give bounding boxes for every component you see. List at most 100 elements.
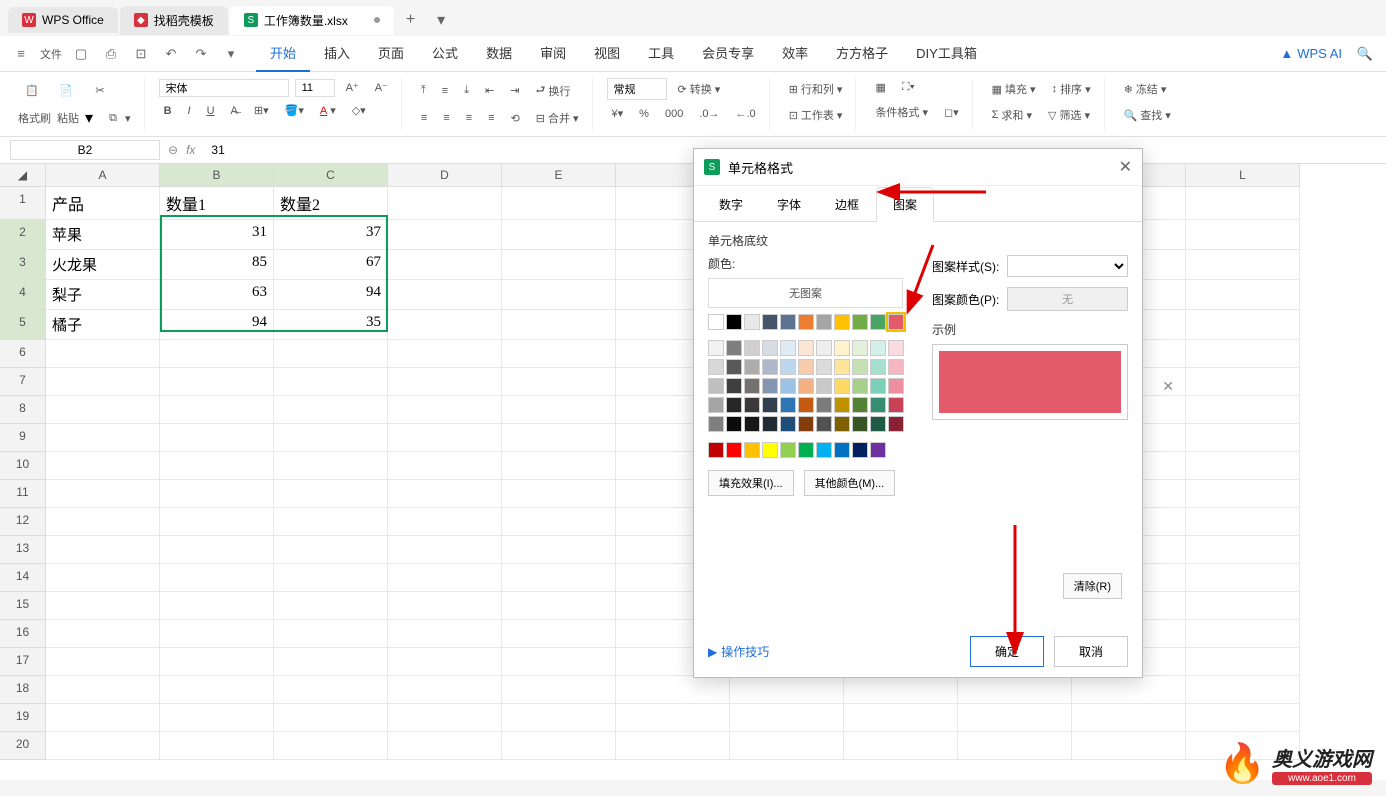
clear-button[interactable]: 清除(R) [1063,573,1122,599]
cell[interactable] [46,452,160,480]
menu-data[interactable]: 数据 [472,35,526,72]
border-button[interactable]: ⊞▾ [249,101,274,120]
cell[interactable] [46,536,160,564]
tab-menu-button[interactable]: ▾ [427,4,455,36]
color-swatch[interactable] [870,314,886,330]
cell[interactable] [502,368,616,396]
cell[interactable] [1186,424,1300,452]
color-swatch[interactable] [708,314,724,330]
zoom-out-icon[interactable]: ⊖ [168,143,178,157]
cell[interactable] [160,564,274,592]
color-swatch[interactable] [888,397,904,413]
cell[interactable] [1186,310,1300,340]
cell[interactable] [1186,220,1300,250]
cell[interactable] [1186,508,1300,536]
menu-insert[interactable]: 插入 [310,35,364,72]
cell[interactable] [502,676,616,704]
row-header[interactable]: 4 [0,280,46,310]
tab-template[interactable]: ◆ 找稻壳模板 [120,6,228,35]
row-header[interactable]: 19 [0,704,46,732]
cell[interactable] [502,732,616,760]
save-icon[interactable]: ▢ [70,43,92,65]
cell[interactable] [388,536,502,564]
cell[interactable]: 数量1 [160,187,274,220]
cell[interactable] [1072,704,1186,732]
cell[interactable]: 63 [160,280,274,310]
indent-dec-icon[interactable]: ⇤ [480,81,499,100]
menu-diy[interactable]: DIY工具箱 [902,35,991,72]
dlg-tab-font[interactable]: 字体 [760,187,818,222]
cell[interactable] [1186,340,1300,368]
color-swatch[interactable] [780,359,796,375]
percent-icon[interactable]: % [634,105,654,123]
cell[interactable] [46,676,160,704]
cell[interactable] [388,250,502,280]
cell[interactable] [388,480,502,508]
cell[interactable] [502,508,616,536]
cell[interactable] [502,424,616,452]
cell[interactable]: 94 [274,280,388,310]
color-swatch[interactable] [816,340,832,356]
cell[interactable] [502,310,616,340]
cell[interactable] [844,732,958,760]
cell[interactable]: 苹果 [46,220,160,250]
cell[interactable] [388,424,502,452]
color-swatch[interactable] [870,359,886,375]
color-swatch[interactable] [870,340,886,356]
fill-button[interactable]: ▦ 填充▾ [987,78,1041,100]
row-header[interactable]: 13 [0,536,46,564]
align-justify-icon[interactable]: ≡ [483,109,499,127]
color-swatch[interactable] [852,442,868,458]
cell[interactable] [160,396,274,424]
col-header[interactable]: C [274,164,388,187]
ok-button[interactable]: 确定 [970,636,1044,667]
color-swatch[interactable] [798,359,814,375]
row-header[interactable]: 2 [0,220,46,250]
cell[interactable] [274,424,388,452]
cell[interactable] [1072,676,1186,704]
cell[interactable] [616,704,730,732]
color-swatch[interactable] [708,442,724,458]
color-swatch[interactable] [744,340,760,356]
cell[interactable] [160,676,274,704]
color-swatch[interactable] [852,416,868,432]
cell[interactable] [388,564,502,592]
cell[interactable]: 35 [274,310,388,340]
cell[interactable] [274,508,388,536]
color-swatch[interactable] [834,359,850,375]
row-header[interactable]: 1 [0,187,46,220]
comma-icon[interactable]: 000 [660,105,688,123]
color-swatch[interactable] [834,397,850,413]
align-center-icon[interactable]: ≡ [438,109,454,127]
color-swatch[interactable] [762,359,778,375]
color-swatch[interactable] [816,416,832,432]
cell[interactable]: 梨子 [46,280,160,310]
cell[interactable] [388,704,502,732]
cell[interactable] [388,676,502,704]
cell[interactable]: 37 [274,220,388,250]
color-swatch[interactable] [708,340,724,356]
color-swatch[interactable] [780,314,796,330]
no-pattern-label[interactable]: 无图案 [708,278,903,308]
cell[interactable] [388,732,502,760]
cell[interactable] [274,536,388,564]
cell[interactable] [160,424,274,452]
menu-member[interactable]: 会员专享 [688,35,768,72]
color-swatch[interactable] [744,442,760,458]
cell[interactable]: 橘子 [46,310,160,340]
cell[interactable] [1186,480,1300,508]
row-header[interactable]: 6 [0,340,46,368]
name-box[interactable] [10,140,160,160]
file-menu[interactable]: 文件 [40,46,62,62]
cell[interactable] [160,648,274,676]
cell[interactable] [502,564,616,592]
color-swatch[interactable] [762,397,778,413]
cell[interactable] [958,704,1072,732]
color-swatch[interactable] [726,314,742,330]
color-swatch[interactable] [744,397,760,413]
color-swatch[interactable] [780,378,796,394]
color-swatch[interactable] [780,397,796,413]
color-swatch[interactable] [888,314,904,330]
row-header[interactable]: 12 [0,508,46,536]
new-tab-button[interactable]: + [396,5,425,35]
